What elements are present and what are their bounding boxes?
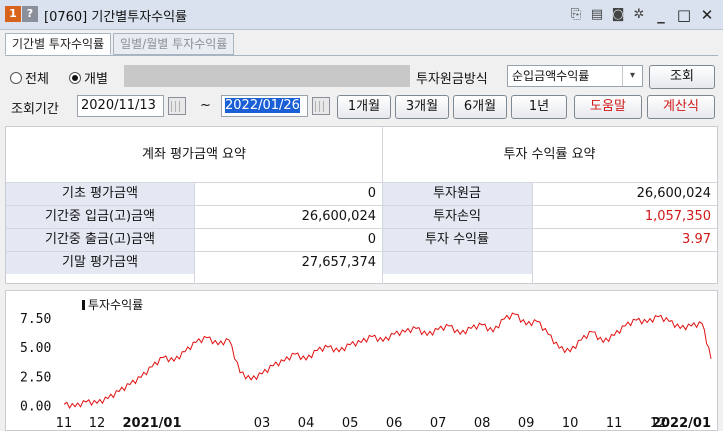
x-tick-label: 09 [518,416,535,431]
account-summary-title: 계좌 평가금액 요약 [142,147,246,162]
x-tick-label: 06 [386,416,403,431]
right-label-3: 투자 수익률 [382,228,532,251]
settings-icon[interactable]: ✲ [630,6,648,24]
left-label-4: 기말 평가금액 [6,251,194,274]
legend-marker [82,299,85,310]
x-tick-label: 08 [474,416,491,431]
method-select[interactable]: 순입금액수익률 ▾ [507,65,643,87]
x-tick-label: 12 [89,416,106,431]
date-tilde: ~ [200,98,211,113]
right-value-4 [532,251,717,274]
right-value-1: 26,600,024 [532,182,717,205]
close-icon[interactable]: ✕ [697,6,717,24]
radio-individual-indicator[interactable] [69,71,81,84]
camera-icon[interactable]: ◙ [609,6,627,24]
radio-individual[interactable]: 개별 [69,68,108,87]
chevron-down-icon[interactable]: ▾ [622,66,642,86]
start-date-value: 2020/11/13 [81,98,156,113]
x-tick-label: 2021/01 [123,416,182,431]
left-label-3: 기간중 출금(고)금액 [6,228,194,251]
quick-1month-button[interactable]: 1개월 [337,95,391,119]
left-value-3: 0 [194,228,382,251]
summary-divider [382,127,383,284]
y-tick-label: 2.50 [20,370,51,385]
help-button[interactable]: 도움말 [574,95,642,119]
radio-individual-label: 개별 [84,72,108,87]
query-button[interactable]: 조회 [649,65,715,89]
radio-all-label: 전체 [25,72,49,87]
end-calendar-icon[interactable] [312,97,330,115]
return-summary-title: 투자 수익률 요약 [503,147,596,162]
y-tick-label: 0.00 [20,399,51,414]
window-title: [0760] 기간별투자수익률 [44,10,188,25]
print-icon[interactable]: ▤ [588,6,606,24]
formula-button[interactable]: 계산식 [647,95,715,119]
radio-all[interactable]: 전체 [10,68,49,87]
y-tick-label: 5.00 [20,341,51,356]
right-col-divider [532,182,533,284]
x-tick-label: 04 [298,416,315,431]
x-tick-label: 03 [254,416,271,431]
link-icon[interactable]: ⎘ [567,6,585,24]
return-series-line [63,312,712,410]
left-value-2: 26,600,024 [194,205,382,228]
start-date-input[interactable]: 2020/11/13 [77,95,164,117]
method-label: 투자원금방식 [416,72,488,87]
quick-3month-button[interactable]: 3개월 [395,95,449,119]
method-select-value: 순입금액수익률 [512,69,590,83]
window-controls: ⎘ ▤ ◙ ✲ _ □ ✕ [567,5,717,25]
left-value-4: 27,657,374 [194,251,382,274]
minimize-icon[interactable]: _ [651,6,671,24]
account-selector-masked[interactable] [124,65,410,87]
left-col-divider [194,182,195,284]
chart-legend: 투자수익률 [82,296,143,313]
x-tick-label: 10 [562,416,579,431]
x-tick-label: 07 [430,416,447,431]
left-value-1: 0 [194,182,382,205]
right-label-4 [382,251,532,274]
tab-daily-monthly-return[interactable]: 일별/월별 투자수익률 [113,33,235,55]
tab-period-return[interactable]: 기간별 투자수익률 [5,33,112,55]
help-icon[interactable]: ? [22,6,38,22]
right-label-1: 투자원금 [382,182,532,205]
x-tick-label: 05 [342,416,359,431]
left-label-2: 기간중 입금(고)금액 [6,205,194,228]
radio-all-indicator[interactable] [10,71,22,84]
title-bar: 1 ? [0760] 기간별투자수익률 ⎘ ▤ ◙ ✲ _ □ ✕ [0,0,723,30]
right-value-2: 1,057,350 [532,205,717,228]
y-tick-label: 7.50 [20,312,51,327]
screen-number-icon[interactable]: 1 [5,6,21,22]
quick-1year-button[interactable]: 1년 [511,95,567,119]
end-date-input[interactable]: 2022/01/26 [221,95,308,117]
x-tick-label: 2022/01 [652,416,711,431]
start-calendar-icon[interactable] [168,97,186,115]
legend-label: 투자수익률 [88,298,144,312]
quick-6month-button[interactable]: 6개월 [453,95,507,119]
tab-divider [5,55,718,56]
summary-table: 계좌 평가금액 요약 투자 수익률 요약 기초 평가금액 0 기간중 입금(고)… [5,126,718,284]
left-label-1: 기초 평가금액 [6,182,194,205]
right-value-3: 3.97 [532,228,717,251]
x-tick-label: 11 [606,416,623,431]
tab-bar: 기간별 투자수익률 일별/월별 투자수익률 [5,33,235,55]
maximize-icon[interactable]: □ [674,6,694,24]
x-tick-label: 11 [56,416,73,431]
return-chart: 7.50 5.00 2.50 0.00 11 12 2021/01 03 04 05 06 07 08 0… [5,290,718,431]
period-label: 조회기간 [11,102,59,117]
right-label-2: 투자손익 [382,205,532,228]
end-date-value: 2022/01/26 [225,98,300,113]
